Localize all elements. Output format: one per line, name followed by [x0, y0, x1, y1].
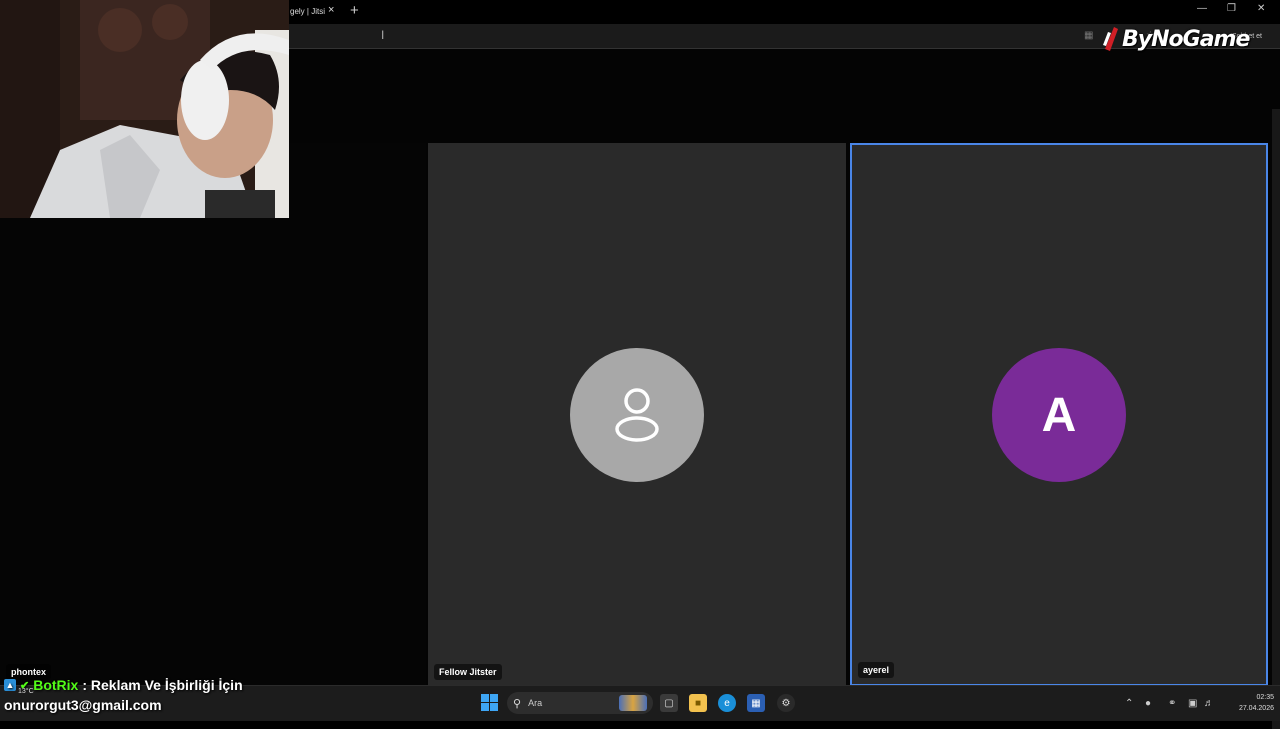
start-button[interactable]	[481, 694, 498, 711]
participant-avatar	[570, 348, 704, 482]
stream-ticker: ▲ ✔ BotRix : Reklam Ve İşbirliği İçin on…	[4, 677, 243, 713]
brand-watermark: ByNoGame	[1102, 26, 1250, 52]
ticker-email: onurorgut3@gmail.com	[4, 697, 162, 713]
extensions-icon[interactable]: ▦	[1084, 30, 1093, 41]
microphone-icon[interactable]: ⚭	[1168, 698, 1176, 709]
text-cursor-icon: I	[381, 28, 385, 42]
streamer-webcam	[0, 0, 289, 218]
tab-title: gely | Jitsi	[290, 7, 325, 16]
participant-tile-phontex[interactable]: phontex	[0, 143, 426, 686]
participant-avatar-letter: A	[992, 348, 1126, 482]
taskbar-clock[interactable]: 02:35 27.04.2026	[1222, 692, 1274, 714]
search-placeholder: Ara	[528, 698, 543, 708]
webcam-image	[0, 0, 289, 218]
participant-tile-fellow-jitster[interactable]: Fellow Jitster	[428, 143, 846, 686]
person-icon	[615, 388, 659, 442]
tab-close-icon[interactable]: ×	[328, 4, 334, 16]
task-view-icon[interactable]: ▢	[660, 694, 678, 712]
weather-temp: 13°C	[18, 688, 34, 695]
brand-name: ByNoGame	[1122, 26, 1250, 52]
brand-logo-icon	[1103, 27, 1118, 51]
tray-overflow-icon[interactable]: ⌃	[1125, 698, 1133, 709]
participant-tile-ayerel[interactable]: A ayerel	[850, 143, 1268, 686]
clock-date: 27.04.2026	[1238, 705, 1274, 712]
participant-name: Fellow Jitster	[434, 664, 502, 680]
network-icon[interactable]: ▣	[1188, 698, 1197, 709]
browser-tab[interactable]: gely | Jitsi ×	[282, 0, 342, 23]
kick-icon: ▲	[4, 679, 16, 691]
participant-name: ayerel	[858, 662, 895, 678]
clock-time: 02:35	[1256, 694, 1274, 701]
page-scrollbar[interactable]	[1272, 109, 1280, 729]
new-tab-button[interactable]: +	[350, 2, 359, 19]
store-icon[interactable]: ▦	[747, 694, 765, 712]
tray-app-icon[interactable]: ●	[1145, 698, 1151, 709]
minimize-icon[interactable]: —	[1197, 3, 1207, 14]
ticker-message: : Reklam Ve İşbirliği İçin	[82, 677, 243, 693]
restore-icon[interactable]: ❐	[1227, 3, 1236, 14]
steam-icon[interactable]: ⚙	[777, 694, 795, 712]
bot-name: BotRix	[33, 677, 79, 693]
search-icon: ⚲	[513, 697, 522, 710]
search-highlight-image	[619, 695, 647, 711]
volume-icon[interactable]: ♬	[1204, 698, 1214, 709]
close-icon[interactable]: ✕	[1257, 3, 1265, 14]
file-explorer-icon[interactable]: ■	[689, 694, 707, 712]
taskbar-search[interactable]: ⚲ Ara	[507, 692, 653, 714]
edge-icon[interactable]: e	[718, 694, 736, 712]
